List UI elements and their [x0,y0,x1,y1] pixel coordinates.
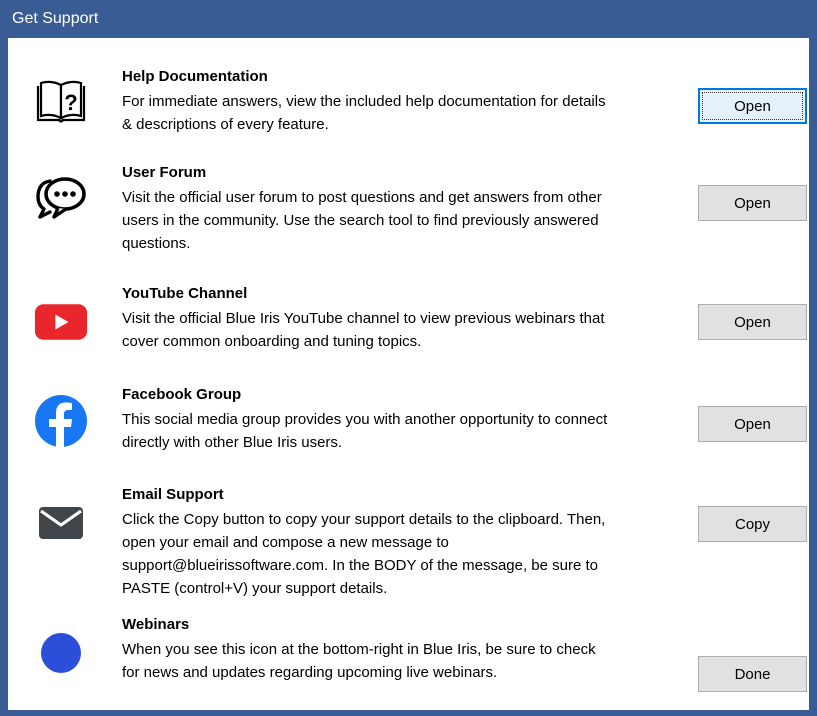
get-support-window: Get Support ? Help Documentation For imm… [0,0,817,716]
email-support-title: Email Support [122,486,224,503]
user-forum-title: User Forum [122,164,207,181]
book-question-icon: ? [34,76,88,130]
envelope-icon [34,496,88,550]
email-support-copy-button[interactable]: Copy [698,506,807,542]
youtube-icon [34,295,88,349]
youtube-channel-title: YouTube Channel [122,285,248,302]
done-button[interactable]: Done [698,656,807,692]
user-forum-description: Visit the official user forum to post qu… [122,189,602,252]
help-documentation-open-button[interactable]: Open [698,88,807,124]
youtube-channel-open-button[interactable]: Open [698,304,807,340]
webinars-description: When you see this icon at the bottom-rig… [122,641,596,681]
window-title: Get Support [8,0,809,38]
youtube-channel-description: Visit the official Blue Iris YouTube cha… [122,310,605,350]
user-forum-open-button[interactable]: Open [698,185,807,221]
facebook-group-title: Facebook Group [122,386,242,403]
email-support-description: Click the Copy button to copy your suppo… [122,511,606,597]
chat-bubbles-icon [34,172,88,226]
help-documentation-title: Help Documentation [122,68,268,85]
facebook-group-description: This social media group provides you wit… [122,411,608,451]
webinars-title: Webinars [122,616,190,633]
facebook-group-open-button[interactable]: Open [698,406,807,442]
facebook-icon [34,394,88,448]
blue-dot-icon [34,626,88,680]
svg-text:?: ? [64,90,77,115]
help-documentation-description: For immediate answers, view the included… [122,93,606,133]
